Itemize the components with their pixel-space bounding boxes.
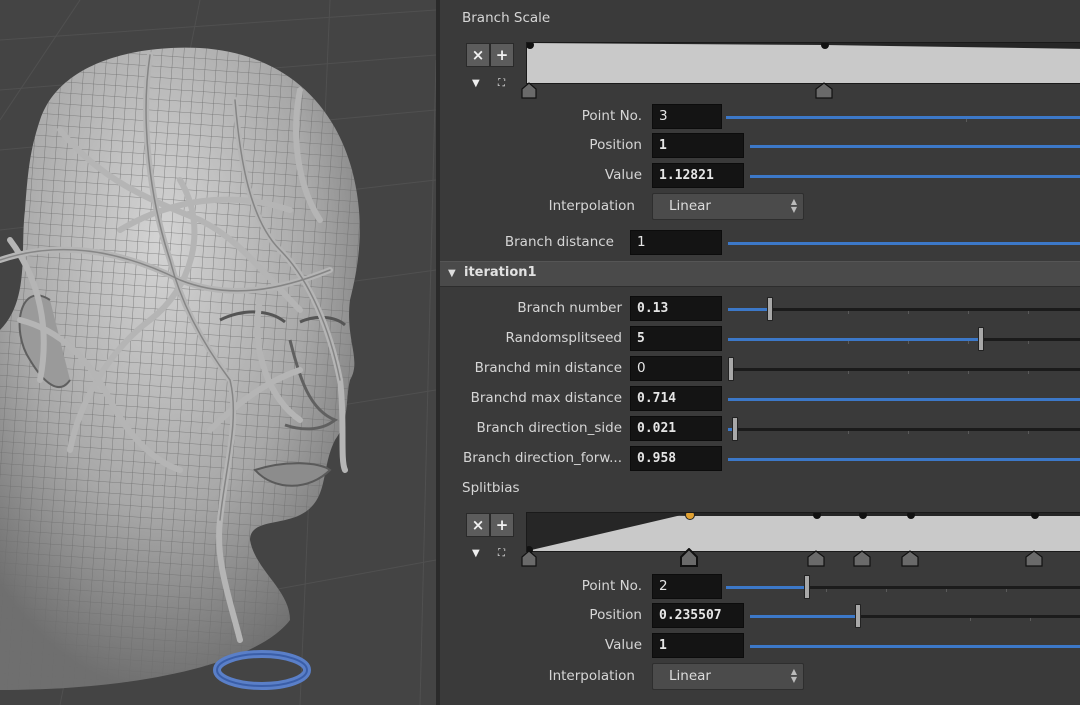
- iteration-param-label: Randomsplitseed: [505, 330, 622, 346]
- iteration-param-slider[interactable]: [728, 357, 1080, 381]
- splitbias-point-3: [813, 513, 821, 519]
- point-no-slider[interactable]: [726, 116, 1080, 122]
- slider-handle[interactable]: [728, 357, 734, 381]
- branch-scale-ramp[interactable]: [526, 42, 1080, 84]
- position-field[interactable]: 1: [652, 133, 744, 158]
- branch-distance-slider[interactable]: [728, 242, 1080, 245]
- position-slider[interactable]: [750, 145, 1080, 148]
- splitbias-point-no-field[interactable]: 2: [652, 574, 722, 599]
- splitbias-interpolation-label: Interpolation: [548, 668, 635, 684]
- updown-arrows-icon: ▲ ▼: [790, 197, 797, 214]
- ramp-add-point-button[interactable]: +: [490, 43, 514, 67]
- iteration-param-label: Branch number: [517, 300, 622, 316]
- slider-handle[interactable]: [804, 575, 810, 599]
- iteration-param-label: Branch direction_forw...: [462, 450, 622, 466]
- splitbias-point-5: [907, 513, 915, 519]
- branch-distance-field[interactable]: 1: [630, 230, 722, 255]
- iteration-param-slider[interactable]: [728, 398, 1080, 401]
- iteration-param-field[interactable]: 0.714: [630, 386, 722, 411]
- ramp-point-2: [821, 43, 829, 49]
- iteration1-section-title: iteration1: [464, 265, 537, 280]
- interpolation-label: Interpolation: [548, 198, 635, 214]
- iteration-param-label: Branchd min distance: [474, 360, 622, 376]
- slider-handle[interactable]: [732, 417, 738, 441]
- slider-handle[interactable]: [767, 297, 773, 321]
- splitbias-remove-point-button[interactable]: ×: [466, 513, 490, 537]
- slider-handle[interactable]: [855, 604, 861, 628]
- iteration-param-field[interactable]: 0.021: [630, 416, 722, 441]
- branch-scale-title: Branch Scale: [462, 10, 551, 26]
- splitbias-markers[interactable]: [520, 548, 1080, 568]
- slider-handle[interactable]: [978, 327, 984, 351]
- splitbias-point-6: [1031, 513, 1039, 519]
- value-slider[interactable]: [750, 175, 1080, 178]
- iteration1-section-header[interactable]: ▼ iteration1: [440, 261, 1080, 287]
- interpolation-dropdown[interactable]: Linear ▲ ▼: [652, 193, 804, 220]
- splitbias-point-no-label: Point No.: [581, 578, 642, 594]
- splitbias-value-slider[interactable]: [750, 645, 1080, 648]
- ramp-options-icon[interactable]: ⛶: [498, 78, 505, 89]
- ramp-point-1: [527, 43, 534, 49]
- splitbias-title: Splitbias: [462, 480, 520, 496]
- value-field[interactable]: 1.12821: [652, 163, 744, 188]
- position-label: Position: [589, 137, 642, 153]
- branch-scale-markers[interactable]: [520, 82, 840, 100]
- head-model-render: [0, 0, 436, 705]
- ramp-collapse-icon[interactable]: ▼: [472, 78, 480, 89]
- iteration-param-field[interactable]: 0: [630, 356, 722, 381]
- value-label: Value: [604, 167, 642, 183]
- updown-arrows-icon: ▲ ▼: [790, 667, 797, 684]
- splitbias-point-2: [685, 513, 695, 520]
- iteration-param-field[interactable]: 5: [630, 326, 722, 351]
- collapse-triangle-icon: ▼: [448, 268, 456, 279]
- splitbias-collapse-icon[interactable]: ▼: [472, 548, 480, 559]
- iteration-param-field[interactable]: 0.13: [630, 296, 722, 321]
- iteration-param-label: Branchd max distance: [470, 390, 622, 406]
- splitbias-options-icon[interactable]: ⛶: [498, 548, 505, 559]
- splitbias-position-label: Position: [589, 607, 642, 623]
- iteration-param-field[interactable]: 0.958: [630, 446, 722, 471]
- splitbias-add-point-button[interactable]: +: [490, 513, 514, 537]
- splitbias-interpolation-value: Linear: [669, 668, 711, 684]
- ramp-remove-point-button[interactable]: ×: [466, 43, 490, 67]
- splitbias-point-no-slider[interactable]: [726, 575, 1080, 599]
- point-no-field[interactable]: 3: [652, 104, 722, 129]
- interpolation-value: Linear: [669, 198, 711, 214]
- iteration-param-slider[interactable]: [728, 458, 1080, 461]
- 3d-viewport[interactable]: [0, 0, 436, 705]
- splitbias-position-slider[interactable]: [750, 604, 1080, 628]
- parameter-panel: Branch Scale × + ▼ ⛶ Point No. 3 Positio…: [440, 0, 1080, 705]
- splitbias-ramp[interactable]: [526, 512, 1080, 553]
- iteration-param-slider[interactable]: [728, 297, 1080, 321]
- iteration-param-label: Branch direction_side: [476, 420, 622, 436]
- point-no-label: Point No.: [581, 108, 642, 124]
- iteration-param-slider[interactable]: [728, 327, 1080, 351]
- splitbias-position-field[interactable]: 0.235507: [652, 603, 744, 628]
- splitbias-point-4: [859, 513, 867, 519]
- splitbias-value-field[interactable]: 1: [652, 633, 744, 658]
- splitbias-value-label: Value: [604, 637, 642, 653]
- branch-distance-label: Branch distance: [504, 234, 614, 250]
- iteration-param-slider[interactable]: [728, 417, 1080, 441]
- splitbias-interpolation-dropdown[interactable]: Linear ▲ ▼: [652, 663, 804, 690]
